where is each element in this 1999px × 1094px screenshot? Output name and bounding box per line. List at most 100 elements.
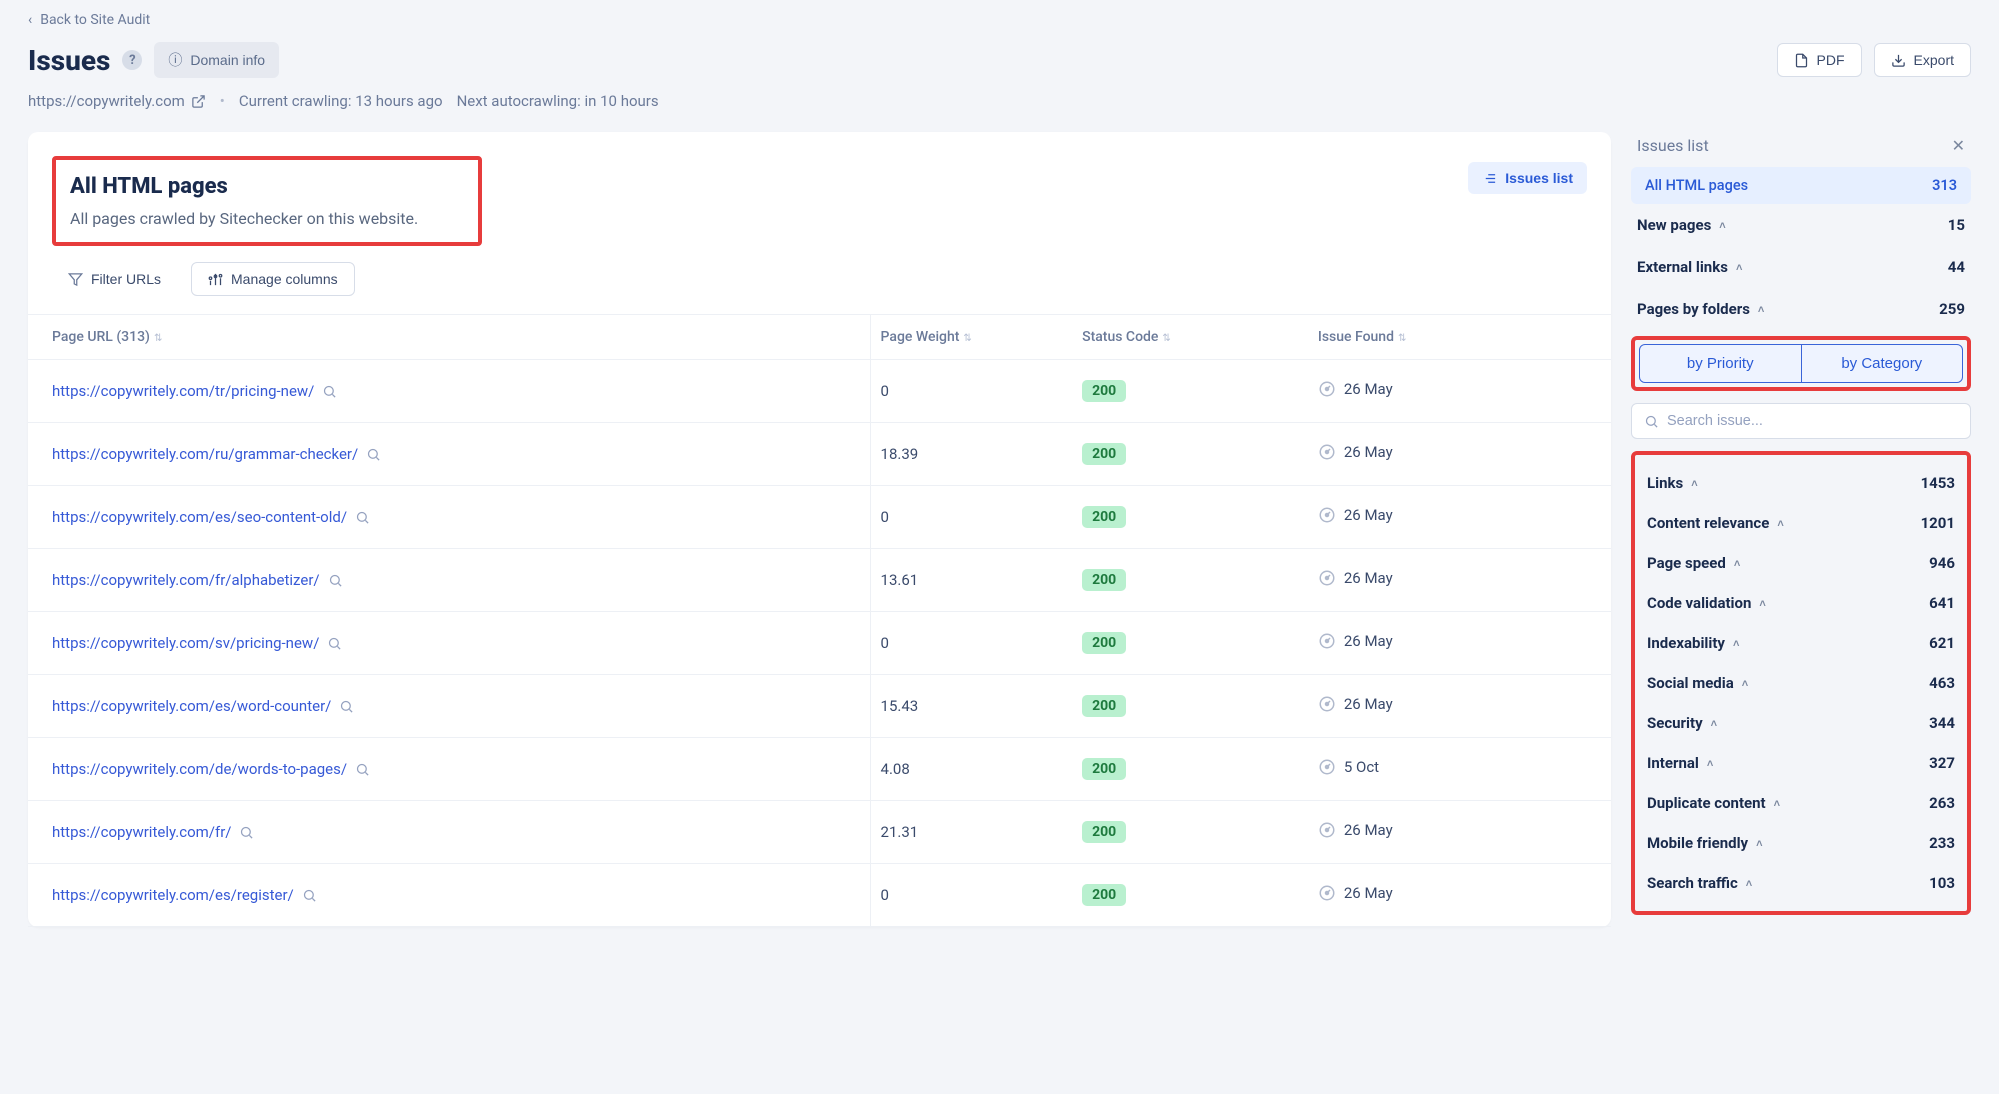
- issue-found-cell: 26 May: [1308, 360, 1611, 423]
- search-issue-box[interactable]: [1631, 403, 1971, 439]
- issue-found-cell: 26 May: [1308, 864, 1611, 927]
- chevron-up-icon: ˄: [1777, 517, 1783, 530]
- table-row: https://copywritely.com/de/words-to-page…: [28, 738, 1611, 801]
- status-code-cell: 200: [1072, 423, 1308, 486]
- page-weight-cell: 15.43: [870, 675, 1072, 738]
- search-icon: [1644, 414, 1659, 429]
- chevron-up-icon: ˄: [1707, 757, 1713, 770]
- category-item[interactable]: Links˄1453: [1645, 463, 1957, 503]
- columns-icon: [208, 272, 223, 287]
- magnify-icon[interactable]: [328, 573, 343, 588]
- external-link-icon: [191, 94, 206, 109]
- page-url-cell[interactable]: https://copywritely.com/tr/pricing-new/: [52, 382, 337, 400]
- status-code-cell: 200: [1072, 675, 1308, 738]
- col-status-header[interactable]: Status Code⇅: [1072, 315, 1308, 360]
- search-issue-input[interactable]: [1667, 413, 1958, 429]
- magnify-icon[interactable]: [322, 384, 337, 399]
- category-item[interactable]: Security˄344: [1645, 703, 1957, 743]
- issues-list-button[interactable]: Issues list: [1468, 162, 1587, 194]
- magnify-icon[interactable]: [239, 825, 254, 840]
- magnify-icon[interactable]: [339, 699, 354, 714]
- magnify-icon[interactable]: [366, 447, 381, 462]
- back-link[interactable]: ‹ Back to Site Audit: [28, 12, 150, 28]
- category-item[interactable]: Internal˄327: [1645, 743, 1957, 783]
- page-url-cell[interactable]: https://copywritely.com/es/register/: [52, 886, 317, 904]
- sidebar: Issues list ✕ All HTML pages 313 New pag…: [1631, 132, 1971, 915]
- status-badge: 200: [1082, 380, 1126, 402]
- crawling-text: Current crawling: 13 hours ago: [239, 92, 443, 110]
- gauge-icon: [1318, 695, 1336, 713]
- chevron-left-icon: ‹: [28, 12, 32, 28]
- col-weight-header[interactable]: Page Weight⇅: [870, 315, 1072, 360]
- category-item[interactable]: Content relevance˄1201: [1645, 503, 1957, 543]
- gauge-icon: [1318, 506, 1336, 524]
- col-found-header[interactable]: Issue Found⇅: [1308, 315, 1611, 360]
- page-url-cell[interactable]: https://copywritely.com/es/word-counter/: [52, 697, 354, 715]
- chevron-up-icon: ˄: [1746, 877, 1752, 890]
- status-badge: 200: [1082, 821, 1126, 843]
- sidebar-title: Issues list: [1637, 136, 1709, 155]
- issue-found-cell: 26 May: [1308, 612, 1611, 675]
- category-item[interactable]: Code validation˄641: [1645, 583, 1957, 623]
- magnify-icon[interactable]: [355, 762, 370, 777]
- help-icon[interactable]: ?: [122, 50, 142, 70]
- col-url-header[interactable]: Page URL (313)⇅: [28, 315, 870, 360]
- table-row: https://copywritely.com/es/register/ 020…: [28, 864, 1611, 927]
- gauge-icon: [1318, 632, 1336, 650]
- page-url-cell[interactable]: https://copywritely.com/es/seo-content-o…: [52, 508, 370, 526]
- page-url-cell[interactable]: https://copywritely.com/fr/: [52, 823, 254, 841]
- magnify-icon[interactable]: [355, 510, 370, 525]
- sidebar-group-item[interactable]: New pages˄15: [1631, 204, 1971, 246]
- sidebar-item-all-html-pages[interactable]: All HTML pages 313: [1631, 167, 1971, 204]
- chevron-up-icon: ˄: [1742, 677, 1748, 690]
- category-item[interactable]: Indexability˄621: [1645, 623, 1957, 663]
- page-url-cell[interactable]: https://copywritely.com/sv/pricing-new/: [52, 634, 342, 652]
- status-badge: 200: [1082, 506, 1126, 528]
- category-list-highlight: Links˄1453Content relevance˄1201Page spe…: [1631, 451, 1971, 915]
- issue-found-cell: 26 May: [1308, 675, 1611, 738]
- page-url-cell[interactable]: https://copywritely.com/ru/grammar-check…: [52, 445, 381, 463]
- pages-table: Page URL (313)⇅ Page Weight⇅ Status Code…: [28, 314, 1611, 927]
- sidebar-group-item[interactable]: External links˄44: [1631, 246, 1971, 288]
- section-header-highlight: All HTML pages All pages crawled by Site…: [52, 156, 482, 246]
- page-url-cell[interactable]: https://copywritely.com/fr/alphabetizer/: [52, 571, 343, 589]
- site-url-text: https://copywritely.com: [28, 92, 185, 110]
- page-url-cell[interactable]: https://copywritely.com/de/words-to-page…: [52, 760, 370, 778]
- magnify-icon[interactable]: [302, 888, 317, 903]
- category-item[interactable]: Search traffic˄103: [1645, 863, 1957, 903]
- status-code-cell: 200: [1072, 738, 1308, 801]
- pdf-icon: [1794, 53, 1809, 68]
- category-item[interactable]: Mobile friendly˄233: [1645, 823, 1957, 863]
- issue-found-cell: 26 May: [1308, 549, 1611, 612]
- sort-icon: ⇅: [1398, 333, 1406, 344]
- chevron-up-icon: ˄: [1774, 797, 1780, 810]
- tab-by-priority[interactable]: by Priority: [1640, 345, 1801, 382]
- close-icon[interactable]: ✕: [1952, 136, 1965, 155]
- export-button[interactable]: Export: [1874, 43, 1971, 77]
- pdf-button[interactable]: PDF: [1777, 43, 1862, 77]
- tab-by-category[interactable]: by Category: [1801, 345, 1963, 382]
- info-icon: ⓘ: [168, 50, 182, 70]
- category-item[interactable]: Page speed˄946: [1645, 543, 1957, 583]
- chevron-up-icon: ˄: [1734, 557, 1740, 570]
- page-weight-cell: 0: [870, 360, 1072, 423]
- page-weight-cell: 18.39: [870, 423, 1072, 486]
- gauge-icon: [1318, 821, 1336, 839]
- page-title: Issues: [28, 44, 110, 77]
- table-row: https://copywritely.com/ru/grammar-check…: [28, 423, 1611, 486]
- category-item[interactable]: Duplicate content˄263: [1645, 783, 1957, 823]
- page-weight-cell: 21.31: [870, 801, 1072, 864]
- pdf-label: PDF: [1817, 52, 1845, 68]
- page-weight-cell: 13.61: [870, 549, 1072, 612]
- table-row: https://copywritely.com/fr/ 21.3120026 M…: [28, 801, 1611, 864]
- sidebar-group-item[interactable]: Pages by folders˄259: [1631, 288, 1971, 330]
- status-code-cell: 200: [1072, 612, 1308, 675]
- magnify-icon[interactable]: [327, 636, 342, 651]
- category-item[interactable]: Social media˄463: [1645, 663, 1957, 703]
- gauge-icon: [1318, 884, 1336, 902]
- domain-info-button[interactable]: ⓘ Domain info: [154, 42, 279, 78]
- manage-columns-button[interactable]: Manage columns: [191, 262, 355, 296]
- site-url-link[interactable]: https://copywritely.com: [28, 92, 206, 110]
- table-row: https://copywritely.com/es/seo-content-o…: [28, 486, 1611, 549]
- filter-urls-button[interactable]: Filter URLs: [52, 262, 177, 296]
